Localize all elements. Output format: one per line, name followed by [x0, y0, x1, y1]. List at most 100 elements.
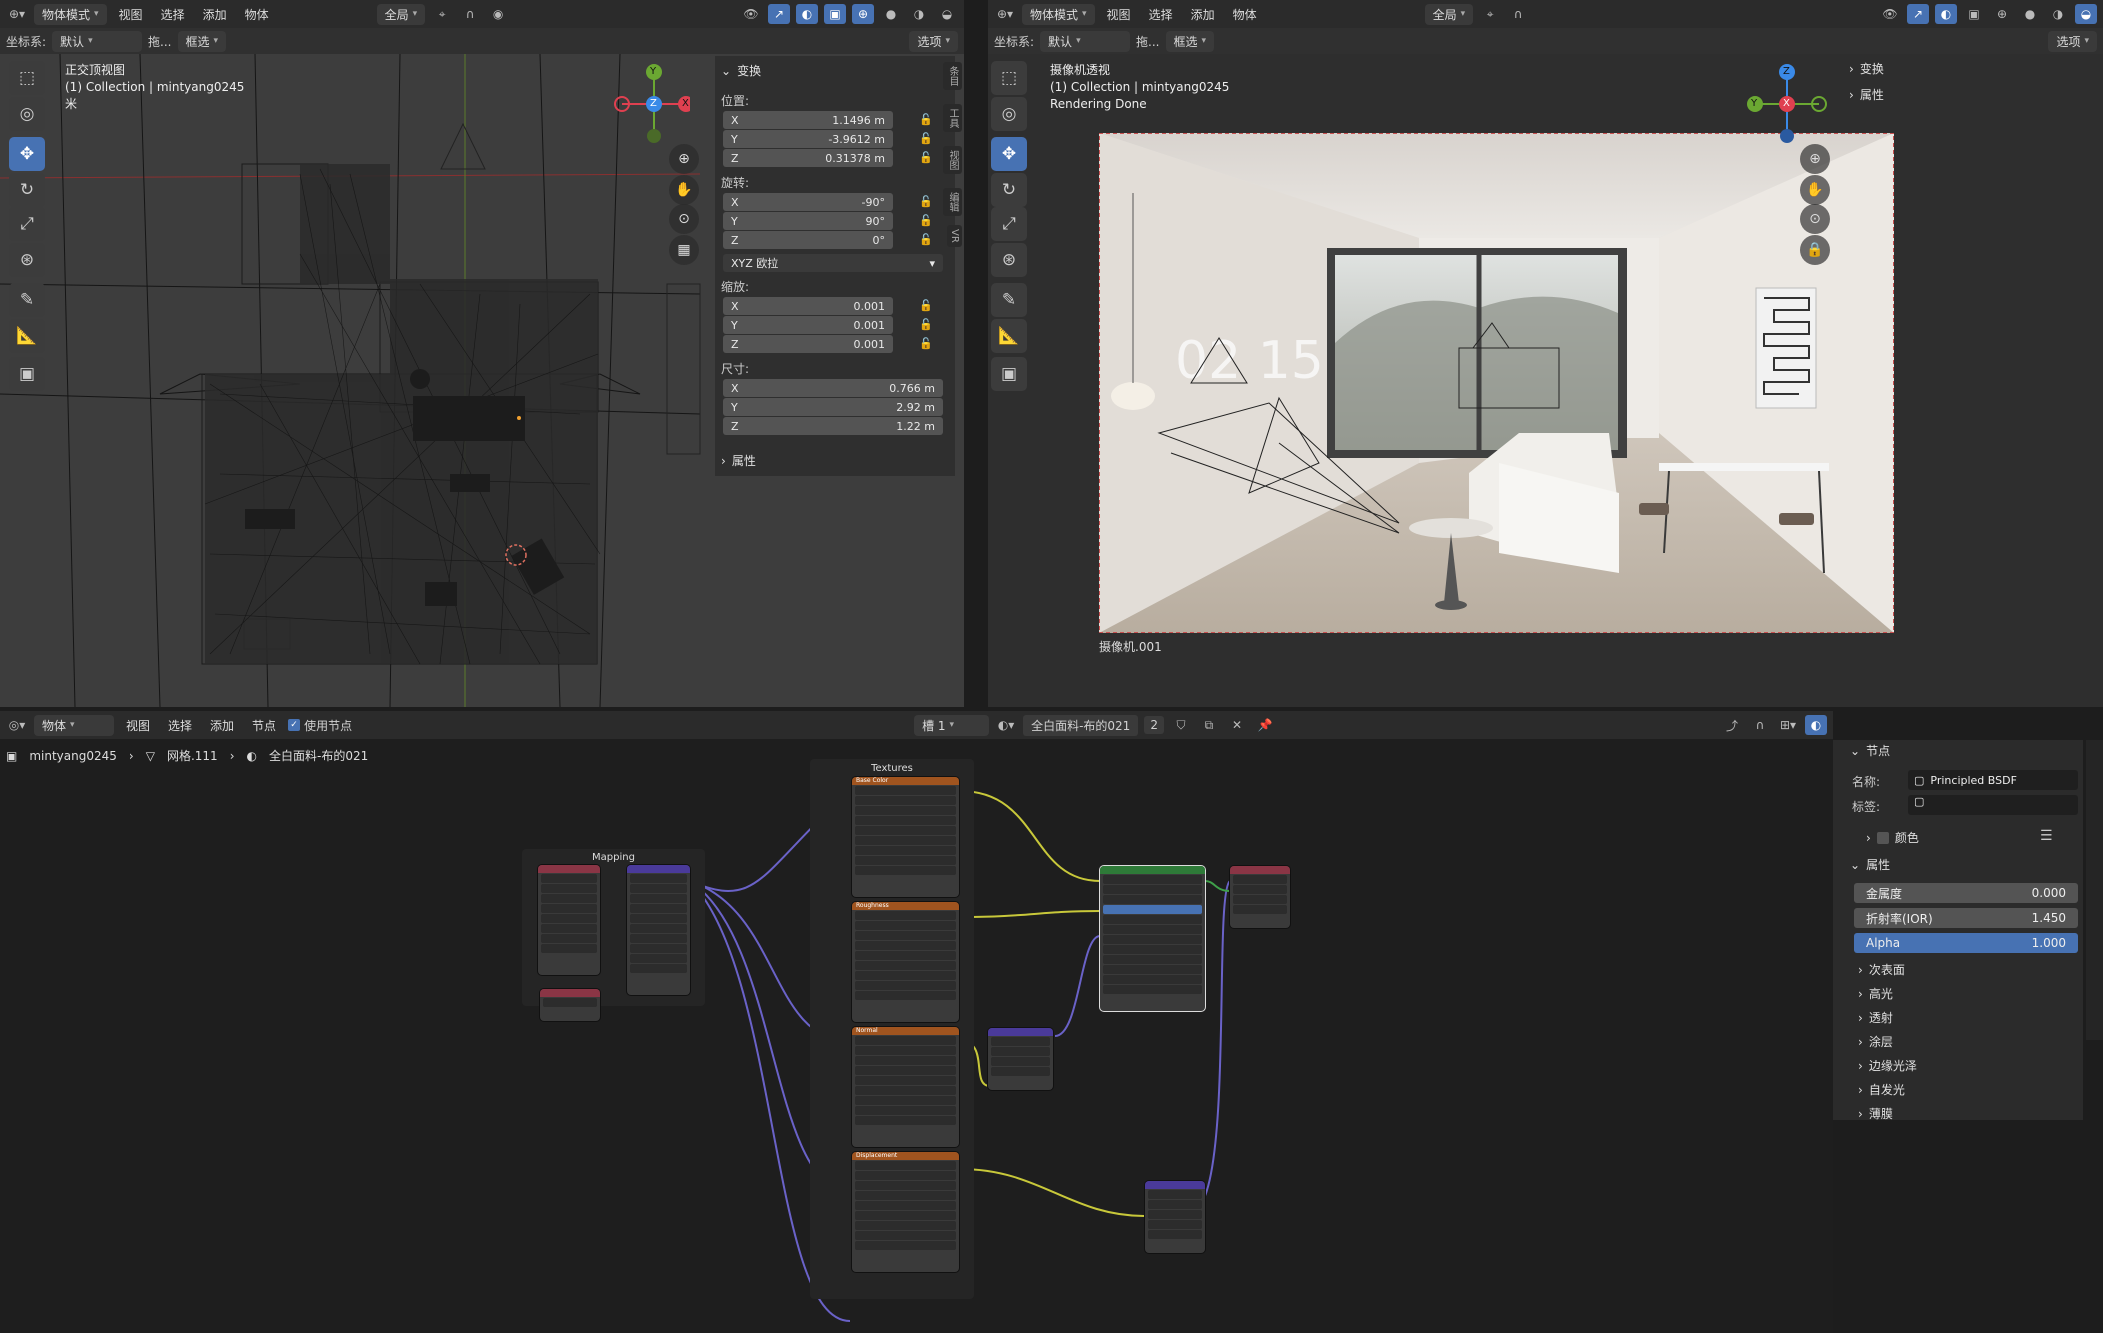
transform-tool[interactable]: ⊛	[991, 243, 1027, 277]
dimension-y-field[interactable]: Y 2.92 m	[723, 398, 943, 416]
area-divider[interactable]	[964, 0, 988, 707]
gizmo-toggle-icon[interactable]: ↗	[768, 4, 790, 24]
lock-icon[interactable]: 🔓	[919, 151, 933, 164]
normal-map-node[interactable]	[988, 1028, 1053, 1090]
camera-view-icon[interactable]: ⊙	[669, 204, 699, 234]
value-node[interactable]	[540, 989, 600, 1021]
shading-render-icon[interactable]: ◒	[936, 4, 958, 24]
location-x-field[interactable]: X 1.1496 m	[723, 111, 893, 129]
right-menu-object[interactable]: 物体	[1227, 4, 1263, 25]
displacement-node[interactable]	[1145, 1181, 1205, 1253]
tab-tool[interactable]: 工具	[943, 104, 962, 132]
visibility-icon[interactable]: 👁	[740, 4, 762, 24]
xray-icon[interactable]: ▣	[824, 4, 846, 24]
annotate-tool[interactable]: ✎	[9, 283, 45, 317]
camera-lock-icon[interactable]: 🔒	[1800, 235, 1830, 265]
orientation-dropdown[interactable]: 默认	[1040, 30, 1131, 52]
coat-section[interactable]: › 涂层	[1858, 1033, 1893, 1050]
subsurface-section[interactable]: › 次表面	[1858, 961, 1905, 978]
alpha-field[interactable]: Alpha 1.000	[1854, 933, 2078, 953]
scale-y-field[interactable]: Y 0.001	[723, 316, 893, 334]
dimension-z-field[interactable]: Z 1.22 m	[723, 417, 943, 435]
scale-tool[interactable]: ⤢	[991, 207, 1027, 241]
tab-item[interactable]: 条目	[943, 62, 962, 90]
tab-edit[interactable]: 编辑	[943, 188, 962, 216]
shading-material-icon[interactable]: ◑	[908, 4, 930, 24]
location-z-field[interactable]: Z 0.31378 m	[723, 149, 893, 167]
annotate-tool[interactable]: ✎	[991, 283, 1027, 317]
options-dropdown[interactable]: 选项	[2048, 30, 2097, 52]
drag-label[interactable]: 拖...	[1136, 33, 1159, 50]
editor-type-icon[interactable]: ⊕▾	[6, 4, 28, 24]
lock-icon[interactable]: 🔓	[919, 318, 933, 331]
shading-solid-icon[interactable]: ●	[2019, 4, 2041, 24]
snap-icon[interactable]: ⌖	[431, 4, 453, 24]
transform-tool[interactable]: ⊛	[9, 243, 45, 277]
xray-icon[interactable]: ▣	[1963, 4, 1985, 24]
location-y-field[interactable]: Y -3.9612 m	[723, 130, 893, 148]
left-menu-view[interactable]: 视图	[113, 4, 149, 25]
normal-texture-node[interactable]: Normal	[852, 1027, 959, 1147]
displacement-texture-node[interactable]: Displacement	[852, 1152, 959, 1272]
snap-icon[interactable]: ⌖	[1479, 4, 1501, 24]
rotation-x-field[interactable]: X -90°	[723, 193, 893, 211]
pan-hand-icon[interactable]: ✋	[1800, 175, 1830, 205]
scale-x-field[interactable]: X 0.001	[723, 297, 893, 315]
select-tool[interactable]: ⬚	[991, 61, 1027, 95]
texture-coordinate-node[interactable]	[538, 865, 600, 975]
lock-icon[interactable]: 🔓	[919, 233, 933, 246]
emission-section[interactable]: › 自发光	[1858, 1081, 1905, 1098]
rotation-z-field[interactable]: Z 0°	[723, 231, 893, 249]
right-pivot-dropdown[interactable]: 全局	[1424, 3, 1474, 25]
lock-icon[interactable]: 🔓	[919, 113, 933, 126]
material-output-node[interactable]	[1230, 866, 1290, 928]
shading-render-icon[interactable]: ◒	[2075, 4, 2097, 24]
cursor-tool[interactable]: ◎	[9, 97, 45, 131]
left-pivot-dropdown[interactable]: 全局	[376, 3, 426, 25]
tab-vr[interactable]: VR	[947, 225, 962, 247]
scale-tool[interactable]: ⤢	[9, 207, 45, 241]
add-cube-tool[interactable]: ▣	[991, 357, 1027, 391]
measure-tool[interactable]: 📐	[991, 319, 1027, 353]
tab-view[interactable]: 视图	[943, 146, 962, 174]
base-color-texture-node[interactable]: Base Color	[852, 777, 959, 897]
select-box-dropdown[interactable]: 框选	[1165, 30, 1215, 52]
transform-section-header[interactable]: ⌄ 变换	[721, 62, 761, 79]
color-section-header[interactable]: › 颜色	[1866, 829, 1919, 846]
measure-tool[interactable]: 📐	[9, 319, 45, 353]
transform-section-header[interactable]: › 变换	[1849, 60, 1884, 77]
magnet-icon[interactable]: ∩	[1507, 4, 1529, 24]
gizmo-toggle-icon[interactable]: ↗	[1907, 4, 1929, 24]
specular-section[interactable]: › 高光	[1858, 985, 1893, 1002]
properties-section-header[interactable]: ⌄ 属性	[1850, 856, 1890, 873]
properties-section-header[interactable]: › 属性	[721, 452, 756, 469]
add-cube-tool[interactable]: ▣	[9, 357, 45, 391]
lock-icon[interactable]: 🔓	[919, 337, 933, 350]
metallic-field[interactable]: 金属度 0.000	[1854, 883, 2078, 903]
pan-hand-icon[interactable]: ✋	[669, 175, 699, 205]
select-box-dropdown[interactable]: 框选	[177, 30, 227, 52]
node-name-field[interactable]: ▢ Principled BSDF	[1908, 770, 2078, 790]
dimension-x-field[interactable]: X 0.766 m	[723, 379, 943, 397]
ior-field[interactable]: 折射率(IOR) 1.450	[1854, 908, 2078, 928]
rotation-mode-dropdown[interactable]: XYZ 欧拉 ▾	[723, 254, 943, 272]
visibility-icon[interactable]: 👁	[1879, 4, 1901, 24]
overlay-toggle-icon[interactable]: ◐	[1935, 4, 1957, 24]
principled-bsdf-node[interactable]	[1100, 866, 1205, 1011]
move-tool[interactable]: ✥	[9, 137, 45, 171]
shading-wire-icon[interactable]: ⊕	[1991, 4, 2013, 24]
zoom-icon[interactable]: ⊕	[669, 144, 699, 174]
scale-z-field[interactable]: Z 0.001	[723, 335, 893, 353]
left-menu-add[interactable]: 添加	[197, 4, 233, 25]
rotate-tool[interactable]: ↻	[9, 173, 45, 207]
zoom-icon[interactable]: ⊕	[1800, 144, 1830, 174]
left-3d-viewport[interactable]: ⊕▾ 物体模式 视图 选择 添加 物体 全局 ⌖ ∩ ◉ 👁 ↗ ◐ ▣ ⊕ ●…	[0, 0, 964, 707]
sheen-section[interactable]: › 边缘光泽	[1858, 1057, 1917, 1074]
node-section-header[interactable]: ⌄ 节点	[1850, 742, 1890, 759]
magnet-icon[interactable]: ∩	[459, 4, 481, 24]
editor-type-icon[interactable]: ⊕▾	[994, 4, 1016, 24]
left-mode-dropdown[interactable]: 物体模式	[34, 3, 107, 25]
proportional-icon[interactable]: ◉	[487, 4, 509, 24]
roughness-texture-node[interactable]: Roughness	[852, 902, 959, 1022]
shader-node-editor[interactable]: ◎▾ 物体 视图 选择 添加 节点 ✓使用节点 槽 1 ◐▾ 全白面料-布的02…	[0, 711, 1833, 1333]
